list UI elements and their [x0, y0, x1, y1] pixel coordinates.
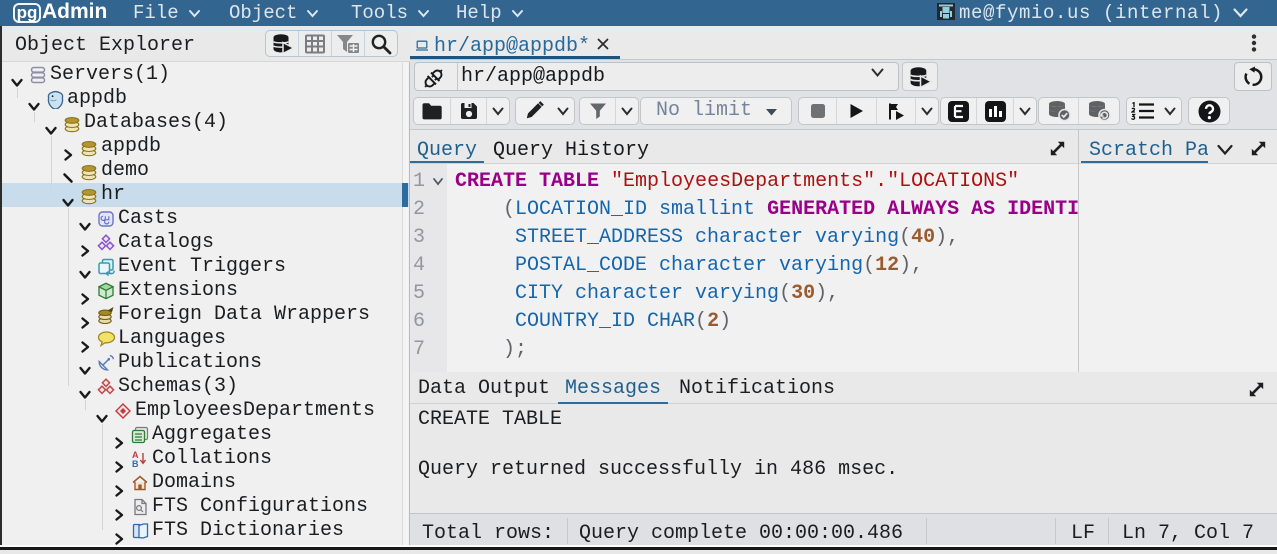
svg-text:B: B [132, 459, 139, 468]
